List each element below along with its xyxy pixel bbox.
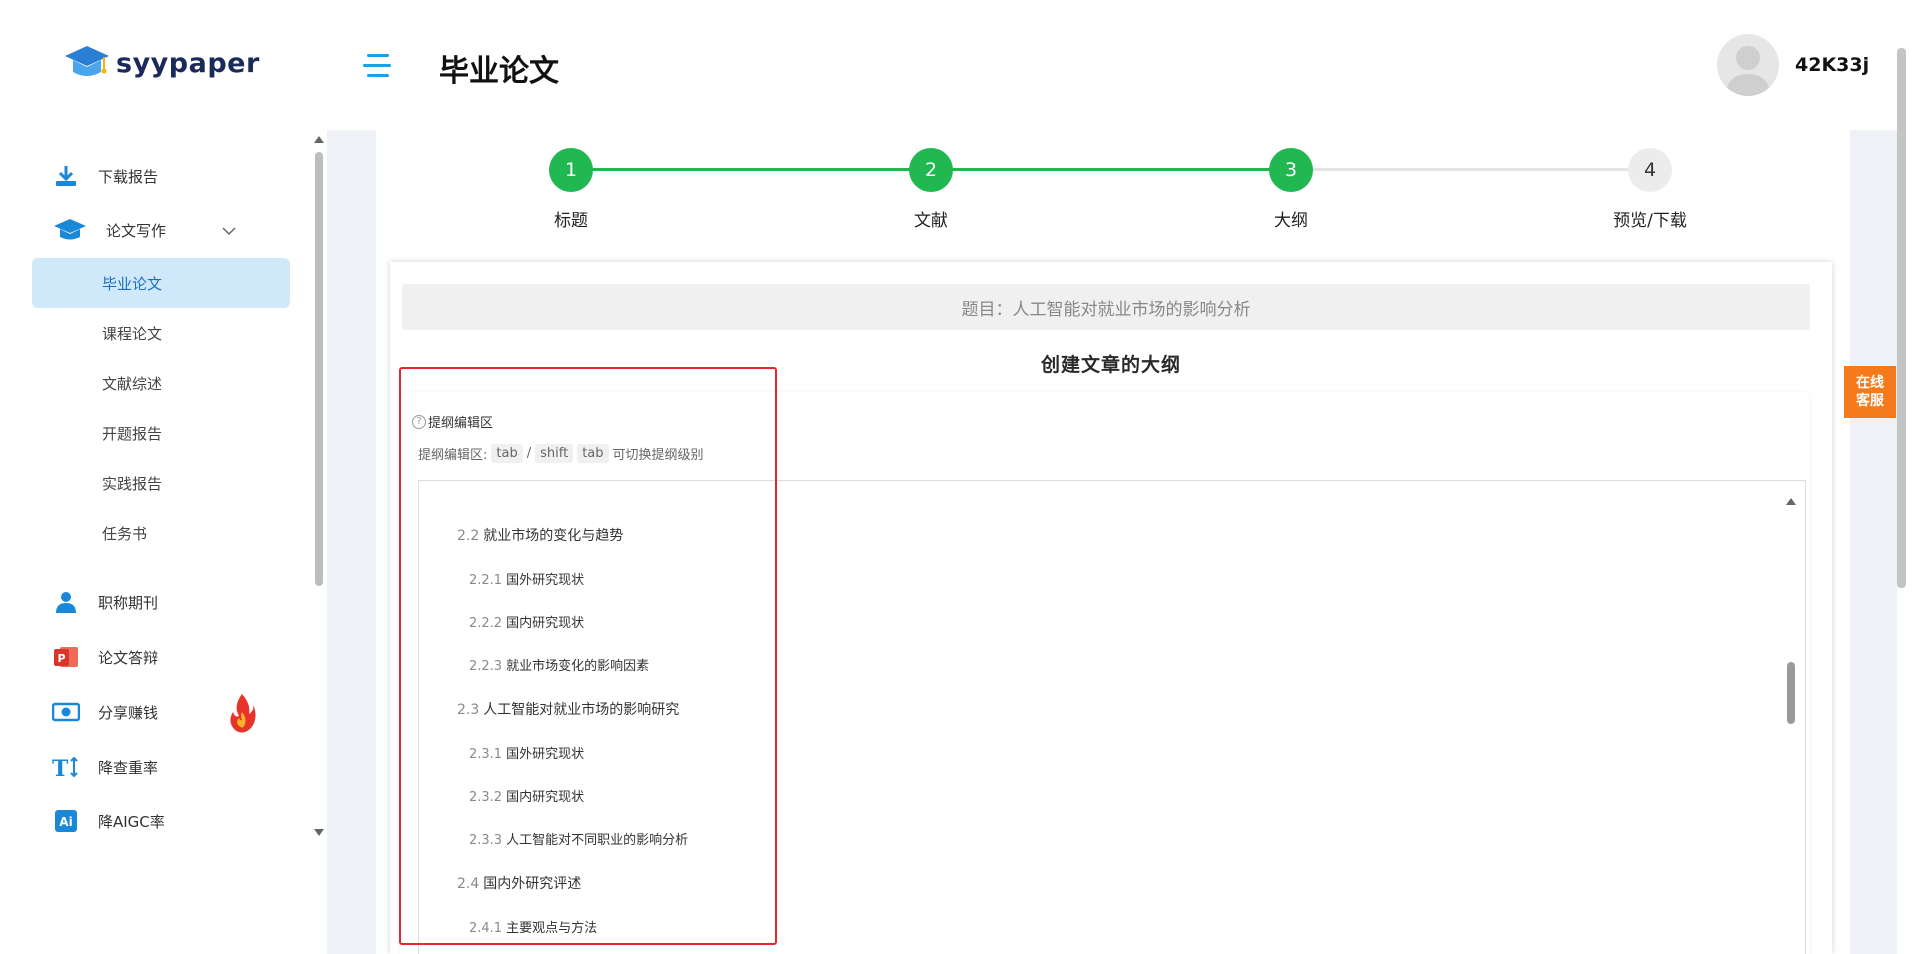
sidebar-item-practice-report[interactable]: 实践报告 [32, 458, 282, 508]
sidebar-item-literature-review[interactable]: 文献综述 [32, 358, 282, 408]
outline-item[interactable]: 2.4.1 主要观点与方法 [469, 917, 597, 936]
svg-text:T: T [52, 756, 69, 779]
sidebar-item-download-report[interactable]: 下载报告 [32, 150, 282, 202]
outline-item[interactable]: 2.2.1 国外研究现状 [469, 569, 584, 588]
fire-icon [227, 692, 257, 738]
sidebar-item-share-earn[interactable]: 分享赚钱 [32, 684, 282, 740]
menu-toggle-icon[interactable] [363, 54, 391, 78]
sidebar-item-defense[interactable]: P 论文答辩 [32, 630, 282, 684]
sidebar-item-label: 降AIGC率 [98, 812, 165, 831]
graduation-cap-logo-icon [64, 44, 110, 82]
sidebar-item-reduce-aigc[interactable]: Ai 降AIGC率 [32, 794, 282, 848]
powerpoint-icon: P [52, 643, 80, 671]
sidebar-item-thesis-writing[interactable]: 论文写作 [32, 202, 282, 258]
outline-item[interactable]: 2.3 人工智能对就业市场的影响研究 [457, 699, 679, 719]
sidebar-item-reduce-duplication[interactable]: T 降查重率 [32, 740, 282, 794]
page-scrollbar[interactable] [1897, 48, 1906, 954]
sidebar-item-label: 分享赚钱 [98, 703, 159, 722]
key-tab: tab [491, 444, 523, 463]
user-icon [52, 588, 80, 616]
download-icon [52, 162, 80, 190]
outline-item[interactable]: 2.4 国内外研究评述 [457, 873, 581, 893]
sidebar-item-task-book[interactable]: 任务书 [32, 508, 282, 558]
outline-title: 创建文章的大纲 [1040, 354, 1181, 376]
scroll-up-arrow-icon[interactable] [314, 136, 324, 143]
outline-item[interactable]: 2.2 就业市场的变化与趋势 [457, 525, 623, 545]
avatar[interactable] [1717, 34, 1779, 96]
header: 毕业论文 42K33j [327, 0, 1912, 130]
username[interactable]: 42K33j [1795, 54, 1869, 76]
step-number: 1 [549, 148, 593, 192]
step-number: 4 [1628, 148, 1672, 192]
progress-steps: 1 标题 2 文献 3 大纲 4 预览/下载 [376, 148, 1850, 238]
service-line-1: 在线 [1856, 375, 1884, 391]
hint-suffix: 可切换提纲级别 [612, 448, 704, 463]
sidebar-menu: 下载报告 论文写作 毕业论文 课程论文 文献综述 开题报告 实践报告 任务书 职… [32, 150, 290, 848]
step-number: 2 [909, 148, 953, 192]
partial-row [467, 481, 667, 485]
sidebar-item-label: 降查重率 [98, 758, 159, 777]
sidebar-item-graduation-thesis[interactable]: 毕业论文 [32, 258, 290, 308]
logo[interactable]: syypaper [64, 44, 260, 82]
sidebar-item-course-paper[interactable]: 课程论文 [32, 308, 282, 358]
sidebar-item-proposal-report[interactable]: 开题报告 [32, 408, 282, 458]
money-icon [52, 698, 80, 726]
online-service-button[interactable]: 在线 客服 [1844, 366, 1896, 418]
outline-item[interactable]: 2.3.2 国内研究现状 [469, 786, 584, 805]
sidebar-item-label: 论文写作 [106, 221, 167, 240]
hint-separator: / [526, 446, 532, 461]
help-icon[interactable]: ? [412, 414, 426, 429]
scroll-up-arrow-icon[interactable] [1786, 498, 1796, 505]
editor-heading-text: 提纲编辑区 [428, 416, 494, 431]
outline-item[interactable]: 2.2.3 就业市场变化的影响因素 [469, 655, 649, 674]
key-shift: shift [535, 444, 574, 463]
scrollbar-thumb[interactable] [1787, 662, 1795, 724]
editor-heading: ? 提纲编辑区 [412, 412, 493, 431]
outline-scrollbar[interactable] [1786, 498, 1796, 954]
step-label: 标题 [554, 211, 588, 231]
step-outline[interactable]: 3 大纲 [1231, 148, 1351, 231]
step-label: 大纲 [1274, 211, 1308, 231]
sidebar-item-label: 下载报告 [98, 167, 159, 186]
outline-item[interactable]: 2.3.3 人工智能对不同职业的影响分析 [469, 829, 688, 848]
svg-text:P: P [57, 652, 65, 665]
logo-text: syypaper [116, 47, 260, 79]
key-tab: tab [577, 444, 609, 463]
page-title: 毕业论文 [439, 54, 559, 89]
svg-text:Ai: Ai [59, 815, 72, 829]
chevron-down-icon [222, 222, 236, 240]
service-line-2: 客服 [1856, 393, 1884, 409]
graduation-cap-icon [52, 216, 88, 244]
scrollbar-thumb[interactable] [315, 152, 323, 586]
ai-icon: Ai [52, 807, 80, 835]
outline-editor[interactable]: 2.2 就业市场的变化与趋势 2.2.1 国外研究现状 2.2.2 国内研究现状 2.… [418, 480, 1806, 954]
sidebar-scrollbar[interactable] [314, 136, 324, 836]
sidebar-item-journal[interactable]: 职称期刊 [32, 574, 282, 630]
topic-bar: 题目：人工智能对就业市场的影响分析 [402, 284, 1810, 330]
step-label: 文献 [914, 211, 948, 231]
text-icon: T [52, 753, 80, 781]
step-number: 3 [1269, 148, 1313, 192]
outline-item[interactable]: 2.2.2 国内研究现状 [469, 612, 584, 631]
sidebar-item-label: 论文答辩 [98, 648, 159, 667]
step-literature[interactable]: 2 文献 [871, 148, 991, 231]
step-title[interactable]: 1 标题 [511, 148, 631, 231]
sidebar-item-label: 职称期刊 [98, 593, 159, 612]
scrollbar-thumb[interactable] [1897, 48, 1906, 588]
outline-item[interactable]: 2.3.1 国外研究现状 [469, 743, 584, 762]
scroll-down-arrow-icon[interactable] [314, 829, 324, 836]
hint-prefix: 提纲编辑区: [418, 448, 488, 463]
sidebar: syypaper 下载报告 论文写作 毕业论文 课程论文 文献综述 开题报告 实… [0, 0, 327, 954]
step-label: 预览/下载 [1613, 211, 1687, 231]
step-preview-download[interactable]: 4 预览/下载 [1590, 148, 1710, 231]
editor-hint: 提纲编辑区: tab / shift tab 可切换提纲级别 [418, 444, 704, 463]
